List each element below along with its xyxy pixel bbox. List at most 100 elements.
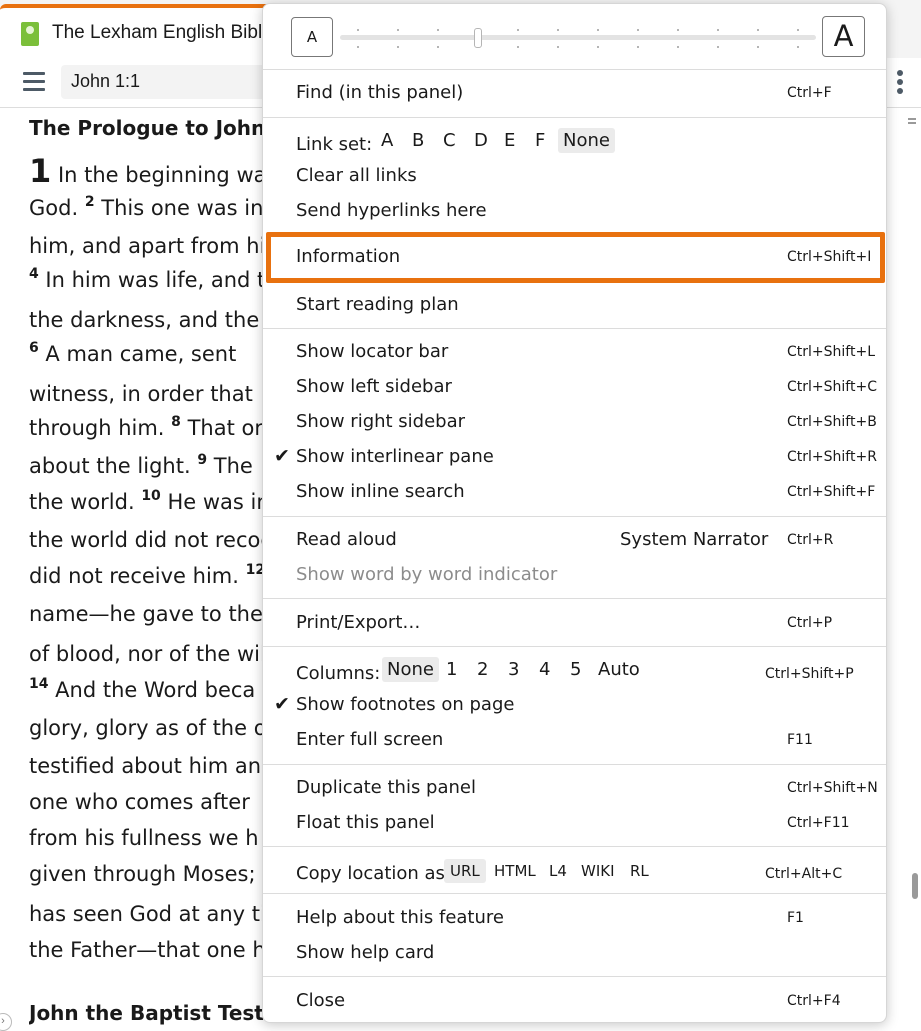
show-interlinear-shortcut: Ctrl+Shift+R	[787, 449, 877, 465]
show-inline-search-shortcut: Ctrl+Shift+F	[787, 484, 876, 500]
verse-number: 10	[141, 488, 161, 504]
find-shortcut: Ctrl+F	[787, 85, 832, 101]
slider-tick	[597, 46, 599, 48]
menu-item-show-footnotes[interactable]: ✔ Show footnotes on page	[263, 688, 886, 723]
menu-separator	[263, 893, 886, 894]
word-indicator-label: Show word by word indicator	[296, 564, 558, 585]
columns-option-2[interactable]: 2	[472, 657, 493, 682]
link-set-option-d[interactable]: D	[469, 128, 493, 153]
copy-format-option-wiki[interactable]: WIKI	[575, 859, 621, 883]
menu-item-print-export[interactable]: Print/Export… Ctrl+P	[263, 606, 886, 641]
menu-item-show-inline-search[interactable]: Show inline search Ctrl+Shift+F	[263, 475, 886, 510]
link-set-option-f[interactable]: F	[530, 128, 550, 153]
verse-line: the Father—that one ha	[29, 938, 279, 962]
read-aloud-shortcut: Ctrl+R	[787, 532, 834, 548]
scrollbar-thumb[interactable]	[912, 873, 918, 899]
menu-item-duplicate-panel[interactable]: Duplicate this panel Ctrl+Shift+N	[263, 771, 886, 806]
link-set-option-e[interactable]: E	[499, 128, 520, 153]
slider-tick	[517, 46, 519, 48]
copy-format-option-url[interactable]: URL	[444, 859, 486, 883]
verse-number: 8	[171, 414, 181, 430]
link-set-option-b[interactable]: B	[407, 128, 429, 153]
columns-option-auto[interactable]: Auto	[593, 657, 645, 682]
slider-tick	[637, 46, 639, 48]
hamburger-menu-icon[interactable]	[23, 72, 45, 91]
verse-line: name—he gave to ther	[29, 602, 272, 626]
columns-option-none[interactable]: None	[382, 657, 439, 682]
slider-tick	[597, 29, 599, 31]
slider-tick	[517, 29, 519, 31]
link-set-option-c[interactable]: C	[438, 128, 461, 153]
columns-shortcut: Ctrl+Shift+P	[765, 666, 854, 682]
menu-separator	[263, 117, 886, 118]
menu-item-find[interactable]: Find (in this panel) Ctrl+F	[263, 76, 886, 111]
copy-location-shortcut: Ctrl+Alt+C	[765, 866, 843, 882]
copy-format-option-html[interactable]: HTML	[488, 859, 542, 883]
copy-format-option-rl[interactable]: RL	[624, 859, 655, 883]
menu-item-show-interlinear[interactable]: ✔ Show interlinear pane Ctrl+Shift+R	[263, 440, 886, 475]
slider-tick	[677, 46, 679, 48]
menu-item-help-card[interactable]: Show help card	[263, 936, 886, 971]
slider-tick	[797, 29, 799, 31]
slider-tick	[677, 29, 679, 31]
decrease-font-button[interactable]: A	[291, 17, 333, 57]
increase-font-button[interactable]: A	[822, 16, 865, 57]
menu-item-reading-plan[interactable]: Start reading plan	[263, 288, 886, 323]
menu-item-show-right-sidebar[interactable]: Show right sidebar Ctrl+Shift+B	[263, 405, 886, 440]
verse-line: glory, glory as of the o	[29, 716, 267, 740]
slider-tick	[717, 29, 719, 31]
menu-separator	[263, 516, 886, 517]
read-aloud-label: Read aloud	[296, 529, 397, 550]
full-screen-shortcut: F11	[787, 732, 813, 748]
menu-item-help-feature[interactable]: Help about this feature F1	[263, 901, 886, 936]
menu-item-close[interactable]: Close Ctrl+F4	[263, 984, 886, 1019]
show-interlinear-label: Show interlinear pane	[296, 446, 494, 467]
menu-item-show-locator-bar[interactable]: Show locator bar Ctrl+Shift+L	[263, 335, 886, 370]
menu-separator	[263, 846, 886, 847]
verse-line: has seen God at any ti	[29, 902, 266, 926]
print-export-shortcut: Ctrl+P	[787, 615, 833, 631]
help-feature-label: Help about this feature	[296, 907, 504, 928]
collapse-icon[interactable]	[908, 118, 916, 128]
menu-item-float-panel[interactable]: Float this panel Ctrl+F11	[263, 806, 886, 841]
columns-option-3[interactable]: 3	[503, 657, 524, 682]
book-icon	[21, 22, 39, 46]
menu-item-clear-links[interactable]: Clear all links	[263, 159, 886, 194]
show-left-label: Show left sidebar	[296, 376, 452, 397]
slider-tick	[757, 29, 759, 31]
expand-sidebar-icon[interactable]: ›	[0, 1013, 12, 1031]
send-hyperlinks-label: Send hyperlinks here	[296, 200, 487, 221]
copy-format-option-l4[interactable]: L4	[543, 859, 573, 883]
menu-item-read-aloud[interactable]: Read aloud System Narrator Ctrl+R	[263, 523, 886, 558]
show-right-shortcut: Ctrl+Shift+B	[787, 414, 877, 430]
slider-tick	[717, 46, 719, 48]
columns-option-5[interactable]: 5	[565, 657, 586, 682]
verse-line: given through Moses; g	[29, 862, 276, 886]
slider-tick	[797, 46, 799, 48]
verse-line: through him. 8 That or	[29, 414, 263, 440]
panel-menu-icon[interactable]	[897, 70, 905, 96]
menu-separator	[263, 764, 886, 765]
highlight-box	[266, 232, 885, 283]
help-card-label: Show help card	[296, 942, 435, 963]
menu-item-full-screen[interactable]: Enter full screen F11	[263, 723, 886, 758]
show-inline-search-label: Show inline search	[296, 481, 465, 502]
verse-line: 6 A man came, sent	[29, 340, 237, 366]
duplicate-shortcut: Ctrl+Shift+N	[787, 780, 878, 796]
font-size-slider[interactable]	[340, 35, 816, 40]
tab-title: The Lexham English Bible	[52, 22, 273, 43]
tab-lexham-english-bible[interactable]: The Lexham English Bible	[0, 4, 300, 58]
slider-tick	[437, 46, 439, 48]
font-size-slider-thumb[interactable]	[474, 28, 482, 48]
section-heading: The Prologue to John’s	[29, 116, 285, 140]
columns-option-1[interactable]: 1	[441, 657, 462, 682]
columns-option-4[interactable]: 4	[534, 657, 555, 682]
menu-separator	[263, 646, 886, 647]
verse-line: about the light. 9 The	[29, 452, 253, 478]
link-set-option-none[interactable]: None	[558, 128, 615, 153]
duplicate-label: Duplicate this panel	[296, 777, 476, 798]
link-set-option-a[interactable]: A	[376, 128, 398, 153]
font-small-label: A	[306, 28, 318, 46]
menu-item-show-left-sidebar[interactable]: Show left sidebar Ctrl+Shift+C	[263, 370, 886, 405]
menu-item-send-hyperlinks[interactable]: Send hyperlinks here	[263, 194, 886, 229]
